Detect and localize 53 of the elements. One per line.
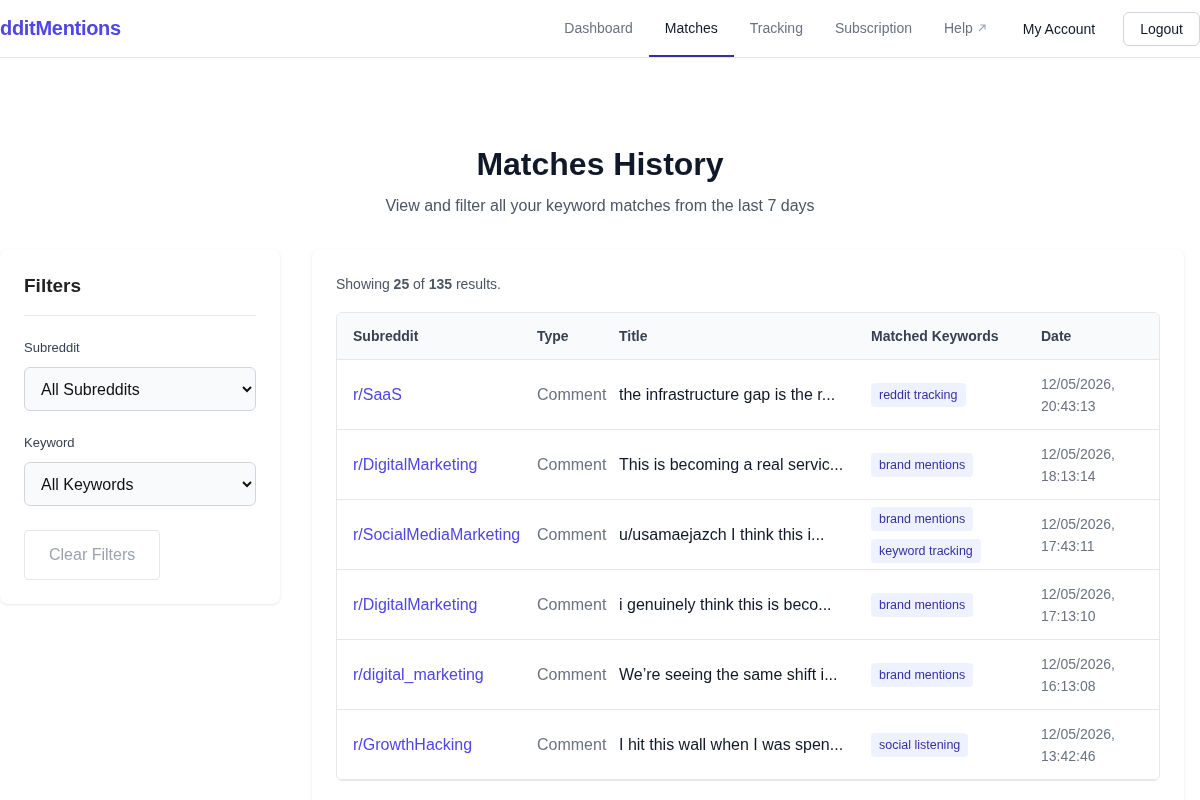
page-subtitle: View and filter all your keyword matches from the last 7 days bbox=[385, 197, 815, 215]
title-cell: I hit this wall when I was spen... bbox=[619, 735, 844, 754]
external-link-icon bbox=[976, 22, 987, 33]
subreddit-link[interactable]: r/digital_marketing bbox=[353, 665, 484, 684]
date-cell-text: 12/05/2026, 18:13:14 bbox=[1041, 444, 1115, 486]
logout-button[interactable]: Logout bbox=[1123, 11, 1200, 46]
column-header: Matched Keywords bbox=[871, 328, 999, 344]
column-header: Type bbox=[537, 328, 569, 344]
subreddit-link[interactable]: r/SaaS bbox=[353, 385, 402, 404]
nav-tab[interactable]: Help bbox=[928, 0, 1003, 57]
account-link[interactable]: My Account bbox=[1022, 20, 1096, 37]
column-header: Date bbox=[1041, 328, 1072, 344]
filters-title: Filters bbox=[24, 273, 256, 316]
type-cell: Comment bbox=[537, 665, 607, 684]
title-cell: i genuinely think this is beco... bbox=[619, 595, 832, 614]
filter-dropdown[interactable]: All Subreddits bbox=[24, 367, 256, 411]
field-label: Keyword bbox=[24, 435, 76, 450]
filter-dropdown[interactable]: All Keywords bbox=[24, 462, 256, 506]
keyword-tag: keyword tracking bbox=[871, 538, 981, 563]
nav-tab[interactable]: Subscription bbox=[818, 0, 928, 57]
date-cell-text: 12/05/2026, 20:43:13 bbox=[1041, 374, 1115, 416]
type-cell: Comment bbox=[537, 735, 607, 754]
keyword-tag: social listening bbox=[871, 732, 969, 757]
type-cell: Comment bbox=[537, 385, 607, 404]
date-cell-text: 12/05/2026, 17:43:11 bbox=[1041, 514, 1115, 556]
date-cell-text: 12/05/2026, 16:13:08 bbox=[1041, 654, 1115, 696]
subreddit-link[interactable]: r/DigitalMarketing bbox=[353, 595, 478, 614]
type-cell: Comment bbox=[537, 455, 607, 474]
date-cell-text: 12/05/2026, 13:42:46 bbox=[1041, 724, 1115, 766]
date-cell-text: 12/05/2026, 17:13:10 bbox=[1041, 584, 1115, 626]
nav-tab[interactable]: Dashboard bbox=[548, 0, 649, 57]
column-header: Subreddit bbox=[353, 328, 419, 344]
keyword-tag: brand mentions bbox=[871, 506, 974, 531]
subreddit-link[interactable]: r/DigitalMarketing bbox=[353, 455, 478, 474]
subreddit-link[interactable]: r/SocialMediaMarketing bbox=[353, 525, 521, 544]
title-cell: We’re seeing the same shift i... bbox=[619, 665, 838, 684]
type-cell: Comment bbox=[537, 595, 607, 614]
title-cell: u/usamaejazch I think this i... bbox=[619, 525, 825, 544]
keyword-tag: brand mentions bbox=[871, 662, 974, 687]
title-cell: the infrastructure gap is the r... bbox=[619, 385, 836, 404]
nav-tab[interactable]: Matches bbox=[648, 0, 734, 57]
page-title: Matches History bbox=[476, 146, 724, 183]
title-cell: This is becoming a real servic... bbox=[619, 455, 844, 474]
field-label: Subreddit bbox=[24, 340, 81, 355]
keyword-tag: brand mentions bbox=[871, 452, 974, 477]
type-cell: Comment bbox=[537, 525, 607, 544]
results-summary: Showing 25 of 135 results. bbox=[336, 276, 501, 292]
keyword-tag: reddit tracking bbox=[871, 382, 966, 407]
brand-logo[interactable]: dditMentions bbox=[0, 17, 121, 40]
nav-tab[interactable]: Tracking bbox=[733, 0, 819, 57]
keyword-tag: brand mentions bbox=[871, 592, 974, 617]
column-header: Title bbox=[619, 328, 648, 344]
subreddit-link[interactable]: r/GrowthHacking bbox=[353, 735, 473, 754]
